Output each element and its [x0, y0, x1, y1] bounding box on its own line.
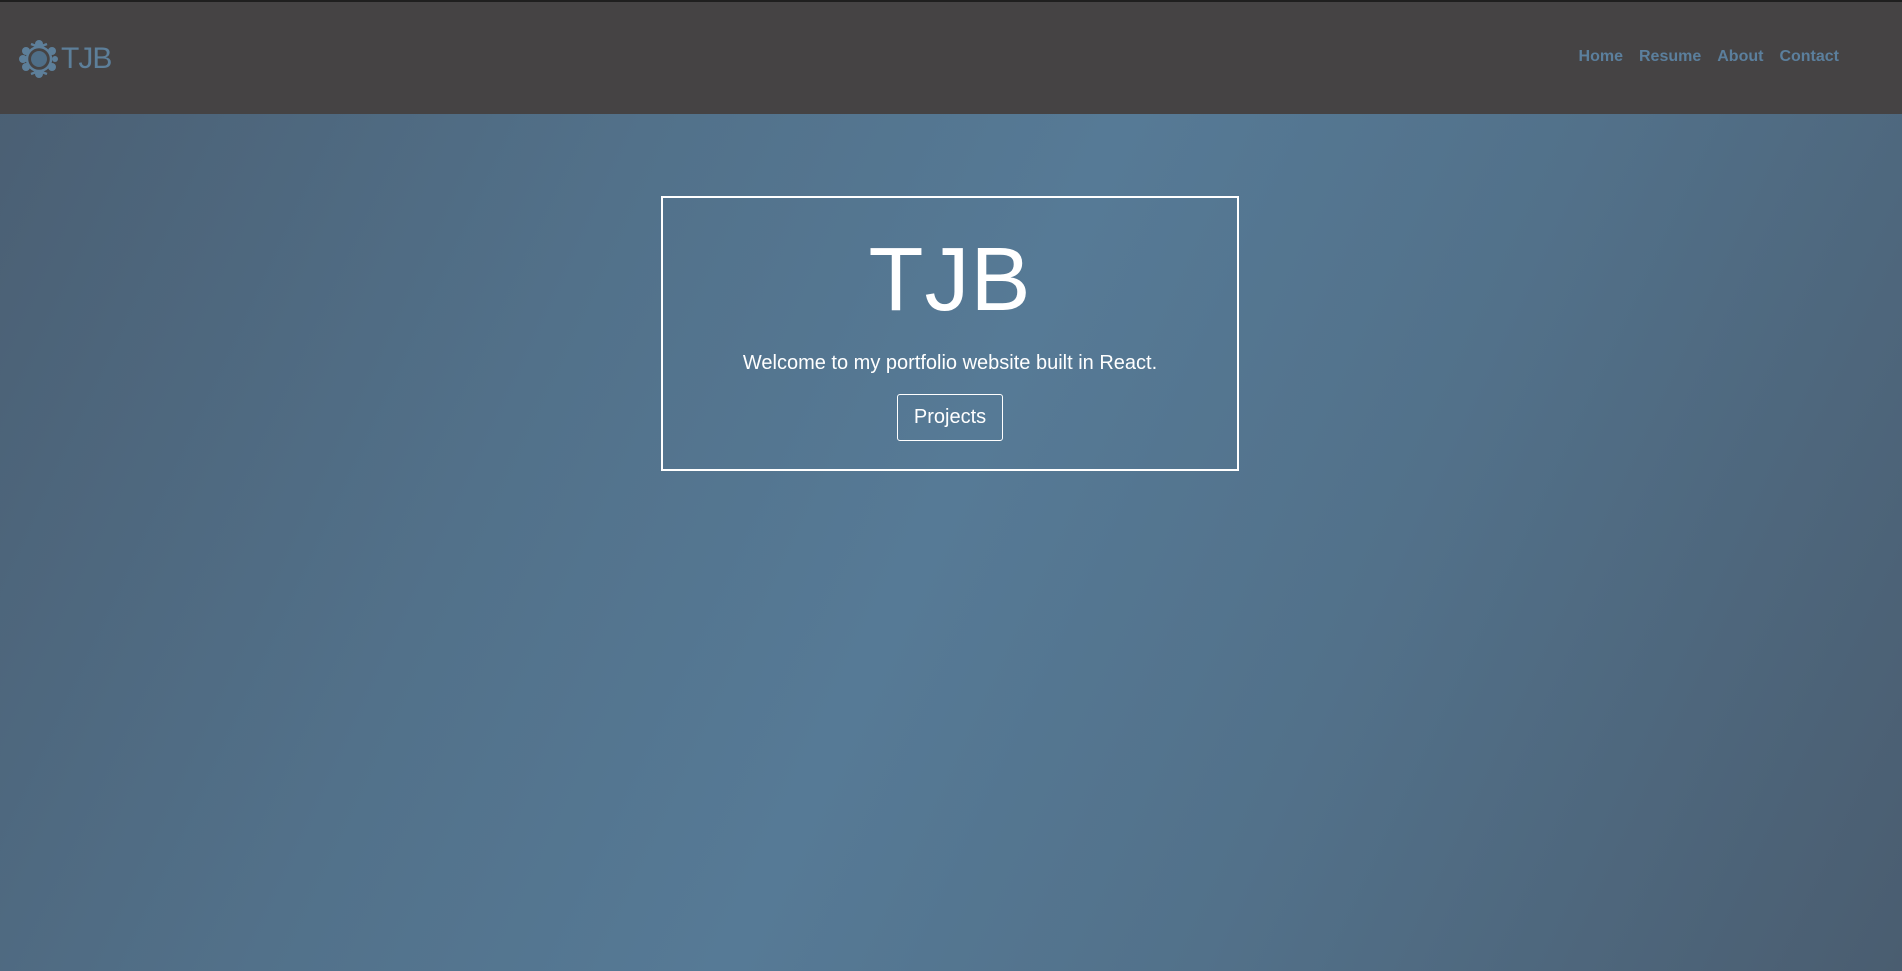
hero-title: TJB — [868, 230, 1032, 330]
nav-link-contact[interactable]: Contact — [1779, 48, 1839, 66]
main-nav: Home Resume About Contact — [1579, 48, 1839, 66]
logo-text: TJB — [61, 42, 112, 75]
hero-box: TJB Welcome to my portfolio website buil… — [661, 196, 1239, 471]
site-logo[interactable]: TJB — [18, 38, 112, 80]
nav-link-home[interactable]: Home — [1579, 48, 1623, 66]
hero-subtitle: Welcome to my portfolio website built in… — [742, 352, 1158, 374]
top-navbar: TJB Home Resume About Contact — [0, 0, 1902, 114]
nav-link-resume[interactable]: Resume — [1639, 48, 1701, 66]
projects-button[interactable]: Projects — [897, 394, 1003, 441]
molecule-icon — [19, 40, 58, 78]
nav-link-about[interactable]: About — [1717, 48, 1763, 66]
